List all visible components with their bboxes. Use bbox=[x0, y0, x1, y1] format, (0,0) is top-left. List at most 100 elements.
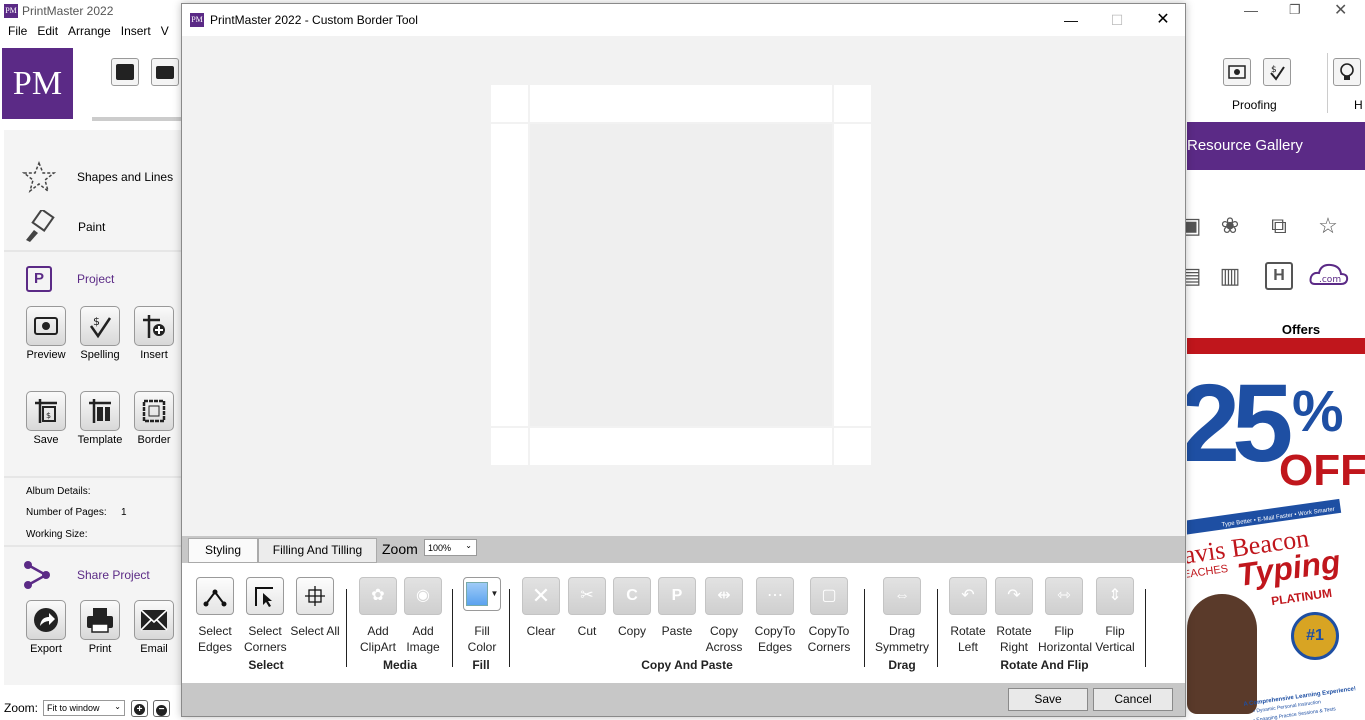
select-corners-button[interactable]: Select Corners bbox=[244, 577, 287, 655]
svg-text:$: $ bbox=[93, 315, 100, 328]
pm-logo: PM bbox=[2, 48, 73, 119]
project-item[interactable]: P Project bbox=[22, 266, 114, 292]
chevron-down-icon: ⌄ bbox=[114, 702, 121, 711]
zoom-in-button[interactable]: + bbox=[131, 700, 148, 717]
corner-top-left[interactable] bbox=[491, 85, 528, 122]
dialog-close-button[interactable]: ✕ bbox=[1140, 4, 1186, 36]
group-fill-label: Fill bbox=[472, 658, 490, 672]
minimize-icon[interactable]: — bbox=[1244, 2, 1258, 18]
save-icon: $ bbox=[26, 391, 66, 431]
tab-styling[interactable]: Styling bbox=[188, 538, 258, 563]
spelling-proof-icon[interactable]: $ bbox=[1263, 58, 1291, 86]
minus-icon: − bbox=[156, 705, 167, 716]
select-all-button[interactable]: Select All bbox=[290, 577, 340, 639]
heading-icon[interactable]: H bbox=[1265, 262, 1293, 290]
open-folder-icon[interactable] bbox=[151, 58, 179, 86]
copyto-edges-button[interactable]: ⋯ CopyTo Edges bbox=[752, 577, 798, 655]
group-separator bbox=[452, 589, 453, 667]
paste-button[interactable]: P Paste bbox=[656, 577, 698, 639]
lightbulb-icon[interactable] bbox=[1333, 58, 1361, 86]
menu-file[interactable]: File bbox=[8, 24, 27, 38]
preview-button[interactable]: Preview bbox=[22, 306, 70, 361]
project-label: Project bbox=[77, 272, 115, 286]
proofing-label: Proofing bbox=[1232, 98, 1277, 112]
edge-right[interactable] bbox=[834, 124, 871, 426]
menu-arrange[interactable]: Arrange bbox=[68, 24, 111, 38]
template-button[interactable]: Template bbox=[76, 391, 124, 446]
copyto-corners-button[interactable]: ▢ CopyTo Corners bbox=[806, 577, 852, 655]
add-clipart-button[interactable]: ✿ Add ClipArt bbox=[357, 577, 399, 655]
paint-item[interactable]: Paint bbox=[22, 210, 105, 244]
close-icon[interactable]: ✕ bbox=[1334, 0, 1347, 20]
preview-proof-icon[interactable] bbox=[1223, 58, 1251, 86]
save-button[interactable]: Save bbox=[1008, 688, 1088, 711]
rotate-right-button[interactable]: ↷ Rotate Right bbox=[993, 577, 1035, 655]
shapes-icon[interactable]: ⧉ bbox=[1265, 212, 1293, 240]
menu-view[interactable]: V bbox=[161, 24, 169, 38]
ad-person-image bbox=[1187, 594, 1257, 714]
select-all-icon bbox=[296, 577, 334, 615]
spelling-button[interactable]: $ Spelling bbox=[76, 306, 124, 361]
cut-button[interactable]: ✂ Cut bbox=[566, 577, 608, 639]
copy-across-button[interactable]: ⇹ Copy Across bbox=[702, 577, 746, 655]
restore-icon[interactable]: ❐ bbox=[1289, 2, 1301, 18]
zoom-select[interactable]: Fit to window ⌄ bbox=[43, 700, 125, 716]
drag-symmetry-button[interactable]: ⇔ Drag Symmetry bbox=[874, 577, 930, 655]
layout-icon[interactable]: ▥ bbox=[1216, 262, 1244, 290]
corner-top-right[interactable] bbox=[834, 85, 871, 122]
new-project-icon[interactable] bbox=[111, 58, 139, 86]
group-rotate-flip-label: Rotate And Flip bbox=[1000, 658, 1089, 672]
zoom-out-button[interactable]: − bbox=[153, 700, 170, 717]
zoom-select-value: Fit to window bbox=[47, 703, 100, 713]
dialog-zoom-select[interactable]: 100% ⌄ bbox=[424, 539, 477, 556]
typing-ad[interactable]: 25 % OFF Type Better • E-Mail Faster • W… bbox=[1187, 354, 1365, 720]
dialog-maximize-button[interactable]: ☐ bbox=[1094, 4, 1140, 36]
rotate-right-icon: ↷ bbox=[995, 577, 1033, 615]
print-button[interactable]: Print bbox=[76, 600, 124, 655]
shapes-and-lines-item[interactable]: Shapes and Lines bbox=[22, 160, 173, 194]
clear-button[interactable]: ✕ Clear bbox=[520, 577, 562, 639]
copyto-corners-label: CopyTo Corners bbox=[807, 624, 851, 654]
export-button[interactable]: Export bbox=[22, 600, 70, 655]
edge-top[interactable] bbox=[530, 85, 832, 122]
dialog-titlebar[interactable]: PM PrintMaster 2022 - Custom Border Tool… bbox=[182, 4, 1185, 36]
star-icon[interactable]: ☆ bbox=[1314, 212, 1342, 240]
edge-bottom[interactable] bbox=[530, 428, 832, 465]
paintbrush-icon bbox=[26, 210, 55, 242]
save-project-button[interactable]: $ Save bbox=[22, 391, 70, 446]
rotate-left-button[interactable]: ↶ Rotate Left bbox=[947, 577, 989, 655]
add-image-button[interactable]: ◉ Add Image bbox=[402, 577, 444, 655]
template-icon bbox=[80, 391, 120, 431]
insert-button[interactable]: Insert bbox=[130, 306, 178, 361]
tab-filling-and-tilling[interactable]: Filling And Tilling bbox=[258, 538, 377, 563]
flip-vertical-button[interactable]: ⇕ Flip Vertical bbox=[1093, 577, 1137, 655]
lotus-icon[interactable]: ❀ bbox=[1216, 212, 1244, 240]
cloud-com-icon[interactable]: .com bbox=[1309, 260, 1349, 288]
group-separator bbox=[1145, 589, 1146, 667]
share-project-item[interactable]: Share Project bbox=[22, 560, 150, 590]
border-canvas[interactable] bbox=[182, 36, 1185, 536]
add-image-label: Add Image bbox=[406, 624, 440, 654]
album-details: Album Details: bbox=[26, 486, 91, 497]
working-size-label: Working Size: bbox=[26, 529, 88, 540]
flip-horizontal-button[interactable]: ⇿ Flip Horizontal bbox=[1038, 577, 1092, 655]
corner-bottom-left[interactable] bbox=[491, 428, 528, 465]
menu-edit[interactable]: Edit bbox=[37, 24, 58, 38]
cancel-button[interactable]: Cancel bbox=[1093, 688, 1173, 711]
help-label-partial: H bbox=[1354, 98, 1363, 112]
menu-insert[interactable]: Insert bbox=[121, 24, 151, 38]
save-label: Save bbox=[33, 434, 59, 446]
drag-symmetry-label: Drag Symmetry bbox=[875, 624, 929, 654]
divider bbox=[4, 250, 182, 252]
copy-button[interactable]: C Copy bbox=[611, 577, 653, 639]
select-edges-button[interactable]: Select Edges bbox=[194, 577, 236, 655]
email-button[interactable]: Email bbox=[130, 600, 178, 655]
dialog-minimize-button[interactable]: — bbox=[1048, 4, 1094, 36]
rotate-left-icon: ↶ bbox=[949, 577, 987, 615]
border-button[interactable]: Border bbox=[130, 391, 178, 446]
resource-gallery-header[interactable]: Resource Gallery bbox=[1187, 122, 1365, 170]
ribbon-underline bbox=[92, 117, 184, 121]
fill-color-button[interactable]: ▼ Fill Color bbox=[462, 577, 502, 655]
corner-bottom-right[interactable] bbox=[834, 428, 871, 465]
edge-left[interactable] bbox=[491, 124, 528, 426]
